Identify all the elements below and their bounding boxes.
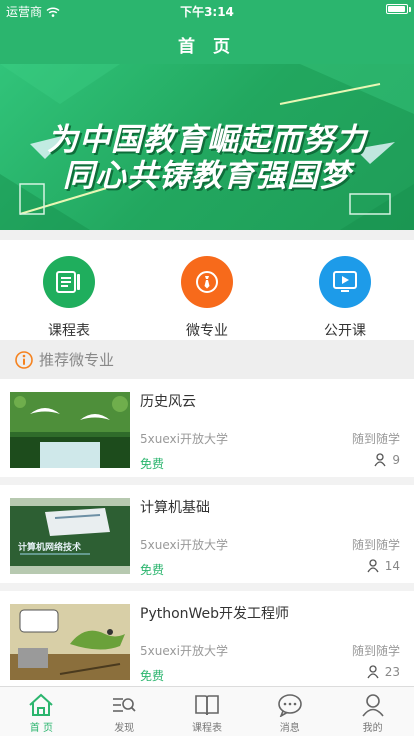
course-school: 5xuexi开放大学 <box>140 644 228 658</box>
tab-label: 我的 <box>362 723 383 734</box>
banner-slogan-line2: 同心共铸教育强国梦 <box>63 158 351 194</box>
tab-bar: 首 页 发现 课程表 消息 我的 <box>0 686 414 736</box>
tab-schedule[interactable]: 课程表 <box>166 687 249 736</box>
course-school: 5xuexi开放大学 <box>140 432 228 446</box>
home-icon <box>29 693 54 716</box>
tab-profile[interactable]: 我的 <box>331 687 414 736</box>
message-icon <box>277 694 302 717</box>
course-school: 5xuexi开放大学 <box>140 538 228 552</box>
divider <box>0 230 414 240</box>
category-open-course[interactable]: 公开课 <box>295 256 395 340</box>
tab-label: 发现 <box>114 723 135 734</box>
course-thumbnail: 计算机网络技术 <box>10 498 130 574</box>
course-title: 历史风云 <box>140 394 196 410</box>
category-row: 课程表 微专业 公开课 <box>0 240 414 340</box>
tab-messages[interactable]: 消息 <box>248 687 331 736</box>
category-label: 公开课 <box>324 323 366 339</box>
tab-discover[interactable]: 发现 <box>83 687 166 736</box>
profile-icon <box>361 694 384 717</box>
list-item[interactable]: 历史风云 5xuexi开放大学 随到随学 免费 9 <box>0 379 414 485</box>
tie-icon <box>181 256 233 308</box>
app-screen: 运营商 下午3:14 首 页 为中国教育崛起而努力 同心共铸教育强国梦 课程表 … <box>0 0 414 736</box>
header: 运营商 下午3:14 首 页 <box>0 0 414 64</box>
thumbnail-cover-text: 计算机网络技术 <box>18 541 81 553</box>
course-thumbnail <box>10 392 130 468</box>
enroll-count: 23 <box>384 665 400 679</box>
battery-icon <box>386 4 411 14</box>
tab-label: 消息 <box>279 723 300 734</box>
course-mode: 随到随学 <box>351 644 400 658</box>
course-title: PythonWeb开发工程师 <box>140 606 290 622</box>
category-label: 课程表 <box>48 323 90 339</box>
page-title: 首 页 <box>178 37 236 57</box>
tab-home[interactable]: 首 页 <box>0 687 83 736</box>
section-title: 推荐微专业 <box>39 351 115 369</box>
course-thumbnail <box>10 604 130 680</box>
video-icon <box>319 256 371 308</box>
list-item[interactable]: 计算机网络技术 计算机基础 5xuexi开放大学 随到随学 免费 14 <box>0 485 414 591</box>
category-label: 微专业 <box>186 323 228 339</box>
course-mode: 随到随学 <box>351 432 400 446</box>
section-header: 推荐微专业 <box>0 340 414 379</box>
info-icon <box>15 350 33 369</box>
tab-label: 首 页 <box>29 723 53 734</box>
course-price: 免费 <box>140 457 165 471</box>
book-icon <box>195 695 219 716</box>
list-item[interactable]: PythonWeb开发工程师 5xuexi开放大学 随到随学 免费 23 <box>0 591 414 690</box>
enroll-count: 9 <box>392 453 400 467</box>
status-time: 下午3:14 <box>180 5 234 19</box>
category-schedule[interactable]: 课程表 <box>19 256 119 340</box>
status-bar: 运营商 下午3:14 <box>0 0 414 20</box>
course-price: 免费 <box>140 669 165 683</box>
course-list: 历史风云 5xuexi开放大学 随到随学 免费 9 计算机网络技术 计算机基础 … <box>0 379 414 690</box>
person-icon <box>367 665 379 679</box>
schedule-icon <box>43 256 95 308</box>
category-micro-major[interactable]: 微专业 <box>157 256 257 340</box>
tab-label: 课程表 <box>191 723 222 734</box>
person-icon <box>367 559 379 573</box>
course-title: 计算机基础 <box>140 500 210 516</box>
enroll-count: 14 <box>384 559 400 573</box>
person-icon <box>374 453 386 467</box>
promo-banner[interactable]: 为中国教育崛起而努力 同心共铸教育强国梦 <box>0 64 414 230</box>
discover-icon <box>113 698 136 712</box>
course-mode: 随到随学 <box>351 538 400 552</box>
course-price: 免费 <box>140 563 165 577</box>
